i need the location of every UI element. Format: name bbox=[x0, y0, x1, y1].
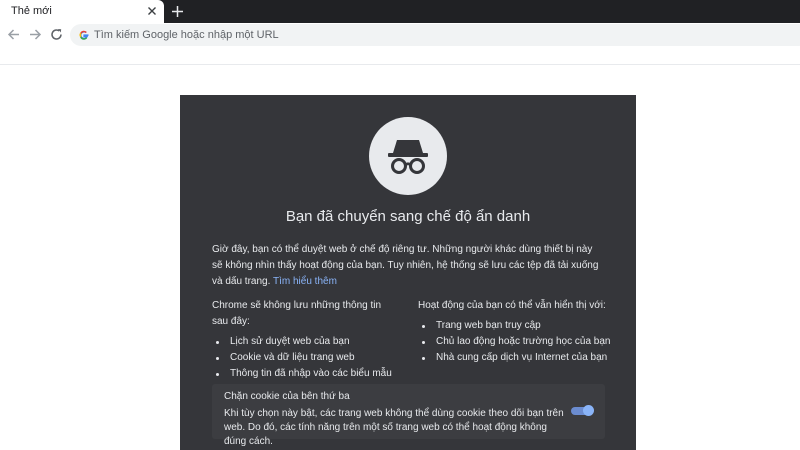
google-g-icon bbox=[79, 30, 89, 40]
tab-title: Thẻ mới bbox=[11, 5, 52, 17]
list-item: Lịch sử duyệt web của bạn bbox=[212, 334, 387, 350]
incognito-page: Bạn đã chuyển sang chế độ ẩn danh Giờ đâ… bbox=[180, 95, 636, 450]
tab-new-tab[interactable]: Thẻ mới bbox=[0, 0, 164, 23]
visible-to-section: Hoạt động của bạn có thể vẫn hiển thị vớ… bbox=[418, 298, 618, 366]
list-item: Nhà cung cấp dịch vụ Internet của bạn bbox=[418, 350, 618, 366]
back-arrow-icon[interactable] bbox=[6, 27, 21, 42]
page-title: Bạn đã chuyển sang chế độ ẩn danh bbox=[285, 208, 531, 225]
not-saved-section: Chrome sẽ không lưu những thông tin sau … bbox=[212, 298, 392, 382]
cookie-card-description: Khi tùy chọn này bật, các trang web khôn… bbox=[224, 408, 564, 447]
block-cookies-toggle[interactable] bbox=[571, 405, 594, 416]
list-item-text: Trang web bạn truy cập bbox=[436, 320, 541, 331]
toolbar: Tìm kiếm Google hoặc nhập một URL bbox=[0, 23, 800, 46]
omnibox[interactable]: Tìm kiếm Google hoặc nhập một URL bbox=[70, 24, 800, 46]
bullet bbox=[422, 341, 425, 344]
list-item-text: Thông tin đã nhập vào các biểu mẫu bbox=[230, 368, 392, 379]
toggle-knob bbox=[583, 405, 594, 416]
incognito-icon bbox=[388, 140, 428, 174]
bullet bbox=[216, 373, 219, 376]
new-tab-plus-icon[interactable] bbox=[170, 4, 185, 19]
tab-strip: Thẻ mới bbox=[0, 0, 800, 23]
divider bbox=[0, 64, 800, 65]
list-item: Chủ lao động hoặc trường học của bạn bbox=[418, 334, 618, 350]
learn-more-link[interactable]: Tìm hiểu thêm bbox=[273, 276, 337, 287]
list-item: Trang web bạn truy cập bbox=[418, 318, 618, 334]
description-text: Giờ đây, bạn có thể duyệt web ở chế độ r… bbox=[212, 244, 599, 287]
reload-icon[interactable] bbox=[49, 27, 64, 42]
list-item: Thông tin đã nhập vào các biểu mẫu bbox=[212, 366, 392, 382]
list-item-text: Cookie và dữ liệu trang web bbox=[230, 352, 355, 363]
close-icon[interactable] bbox=[145, 4, 159, 18]
bullet bbox=[216, 341, 219, 344]
third-party-cookie-card: Chặn cookie của bên thứ ba Khi tùy chọn … bbox=[212, 384, 605, 447]
bullet bbox=[422, 325, 425, 328]
cookie-card-title: Chặn cookie của bên thứ ba bbox=[224, 391, 350, 402]
incognito-description: Giờ đây, bạn có thể duyệt web ở chế độ r… bbox=[212, 242, 604, 290]
omnibox-placeholder: Tìm kiếm Google hoặc nhập một URL bbox=[94, 29, 279, 41]
list-item-text: Chủ lao động hoặc trường học của bạn bbox=[436, 336, 611, 347]
bullet bbox=[216, 357, 219, 360]
incognito-badge bbox=[369, 117, 447, 195]
forward-arrow-icon[interactable] bbox=[28, 27, 43, 42]
not-saved-heading: Chrome sẽ không lưu những thông tin sau … bbox=[212, 300, 382, 327]
bullet bbox=[422, 357, 425, 360]
list-item: Cookie và dữ liệu trang web bbox=[212, 350, 387, 366]
list-item-text: Nhà cung cấp dịch vụ Internet của bạn bbox=[436, 352, 608, 363]
list-item-text: Lịch sử duyệt web của bạn bbox=[230, 336, 350, 347]
visible-to-heading: Hoạt động của bạn có thể vẫn hiển thị vớ… bbox=[418, 300, 606, 311]
